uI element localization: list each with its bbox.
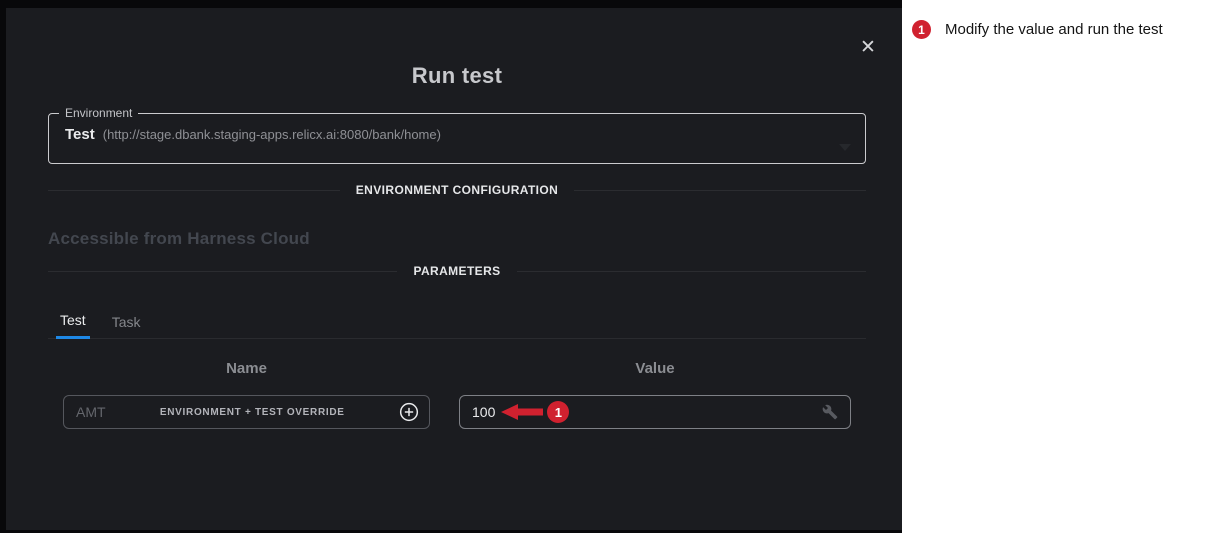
param-name-placeholder: AMT [76,404,106,420]
divider-line [517,271,866,272]
environment-configuration-heading: ENVIRONMENT CONFIGURATION [340,183,574,197]
environment-label: Environment [59,106,138,120]
callout-badge: 1 [547,401,569,423]
run-test-dialog: ✕ Run test Environment Test (http://stag… [6,8,902,530]
annotation-step: 1 Modify the value and run the test [912,20,1222,39]
wrench-icon[interactable] [822,404,838,420]
step-number-badge: 1 [912,20,931,39]
environment-configuration-divider: ENVIRONMENT CONFIGURATION [48,183,866,197]
plus-circle-icon[interactable] [399,402,419,422]
step-text: Modify the value and run the test [945,21,1163,38]
override-badge: ENVIRONMENT + TEST OVERRIDE [106,407,399,418]
chevron-down-icon [839,144,851,151]
param-name-field[interactable]: AMT ENVIRONMENT + TEST OVERRIDE [63,395,430,429]
environment-url: (http://stage.dbank.staging-apps.relicx.… [103,127,441,142]
parameters-divider: PARAMETERS [48,264,866,278]
column-header-value: Value [459,360,851,377]
param-value: 100 [472,404,495,420]
param-value-field[interactable]: 100 1 [459,395,851,429]
tab-task[interactable]: Task [108,304,145,339]
dialog-backdrop: ✕ Run test Environment Test (http://stag… [0,0,902,533]
tab-test[interactable]: Test [56,304,90,339]
parameter-tabs: Test Task [48,304,866,339]
dialog-title: Run test [48,63,866,89]
environment-select[interactable]: Environment Test (http://stage.dbank.sta… [48,106,866,164]
parameters-heading: PARAMETERS [397,264,516,278]
divider-line [48,190,340,191]
divider-line [48,271,397,272]
column-header-name: Name [63,360,430,377]
environment-selected-option: Test (http://stage.dbank.staging-apps.re… [49,120,865,143]
environment-name: Test [65,126,95,143]
close-icon[interactable]: ✕ [856,36,880,60]
accessible-from-harness-cloud-text: Accessible from Harness Cloud [48,229,310,249]
divider-line [574,190,866,191]
arrow-left-icon [501,404,543,420]
annotation-panel: 1 Modify the value and run the test [902,0,1222,533]
